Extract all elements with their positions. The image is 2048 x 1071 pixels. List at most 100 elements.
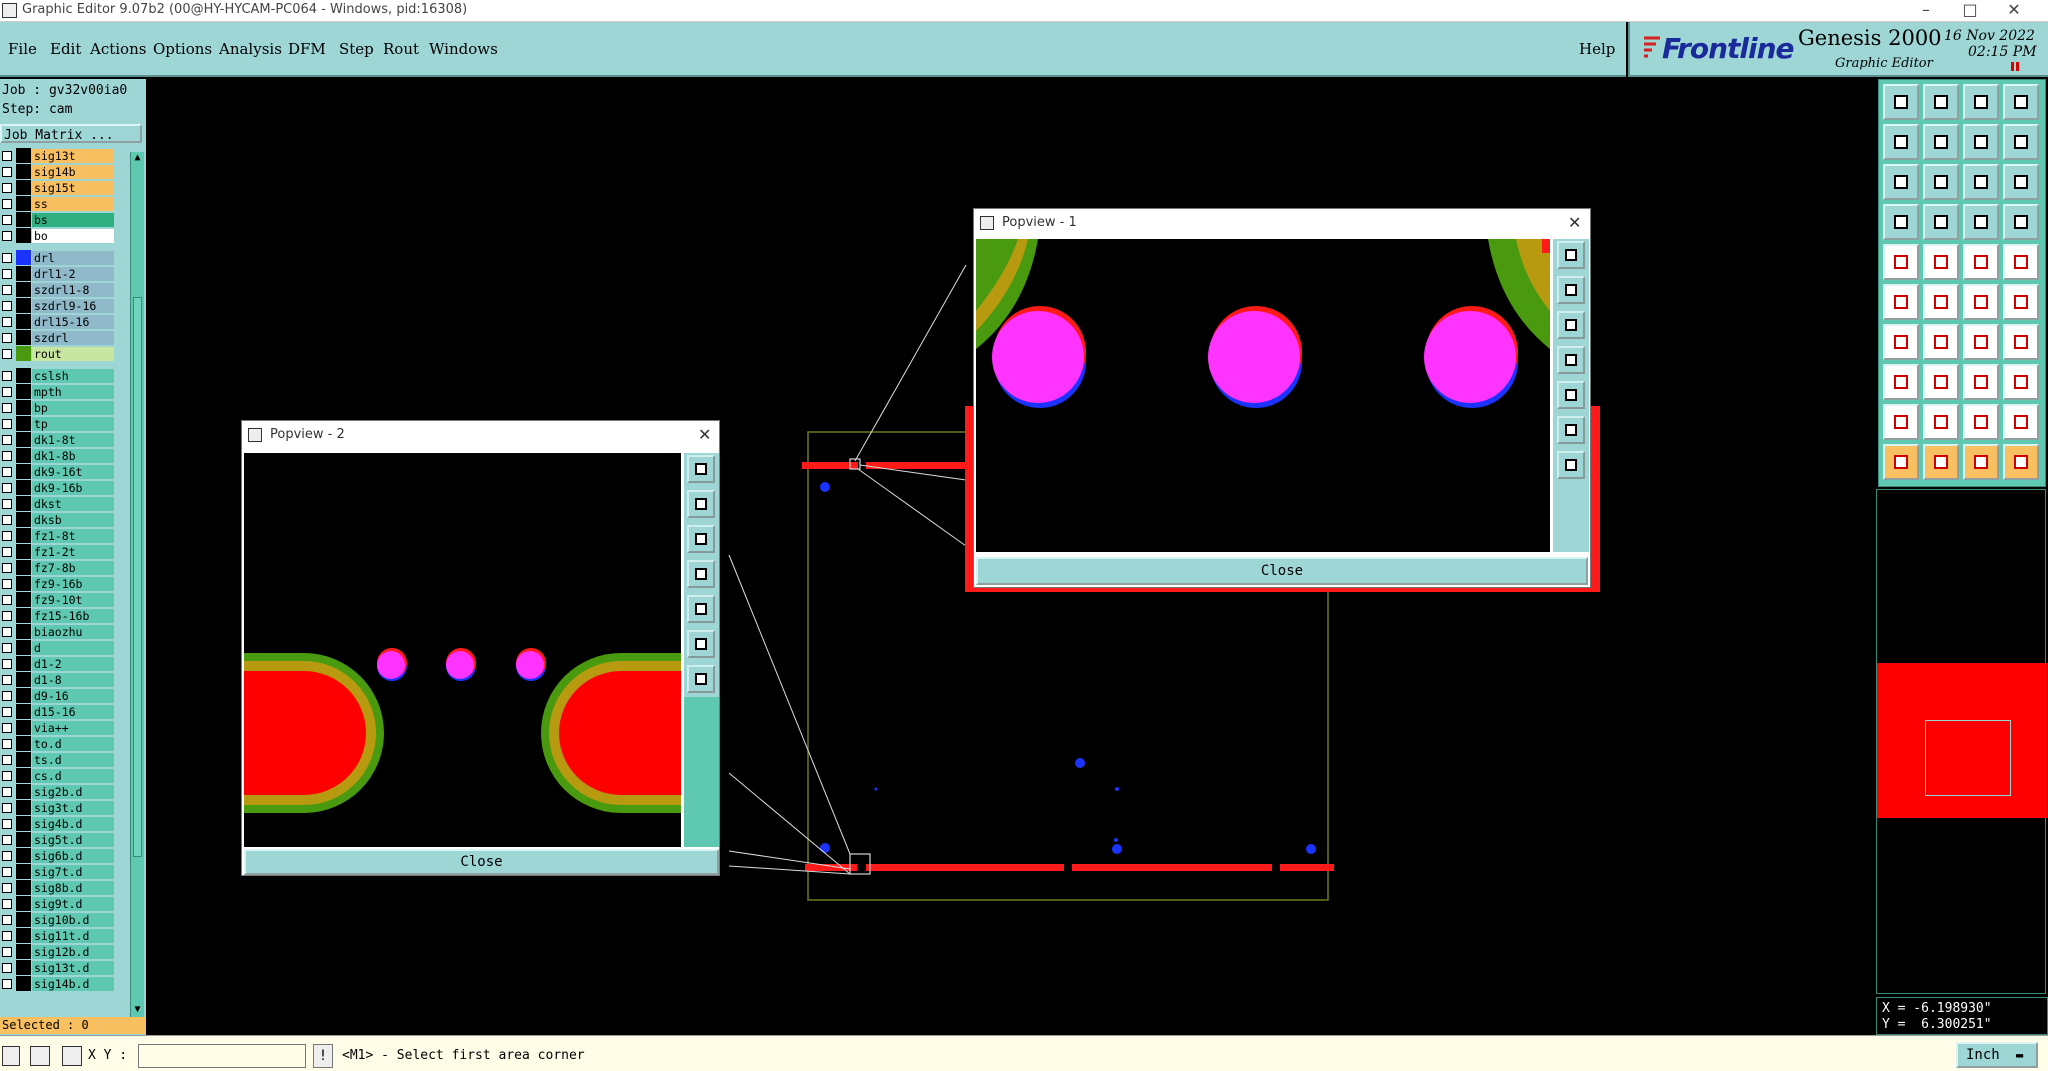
- status-tool-2-icon[interactable]: [30, 1046, 50, 1066]
- layer-checkbox[interactable]: [2, 387, 12, 397]
- layer-row[interactable]: sig11t.d: [0, 928, 130, 943]
- popview-2-pan-right-icon[interactable]: [687, 595, 715, 623]
- arrow-icon[interactable]: [1883, 404, 1919, 440]
- layer-checkbox[interactable]: [2, 547, 12, 557]
- layer-row[interactable]: rout: [0, 346, 130, 361]
- layer-row[interactable]: dk1-8b: [0, 448, 130, 463]
- layer-checkbox[interactable]: [2, 349, 12, 359]
- layer-row[interactable]: sig6b.d: [0, 848, 130, 863]
- layer-checkbox[interactable]: [2, 269, 12, 279]
- layer-row[interactable]: sig13t: [0, 148, 130, 163]
- status-tool-3-icon[interactable]: [62, 1046, 82, 1066]
- job-matrix-button[interactable]: Job Matrix ...: [0, 124, 142, 143]
- layer-checkbox[interactable]: [2, 755, 12, 765]
- home-icon[interactable]: [1963, 84, 1999, 120]
- layer-name[interactable]: biaozhu: [32, 625, 114, 639]
- window-icon[interactable]: [2003, 84, 2039, 120]
- measure-icon[interactable]: [1883, 204, 1919, 240]
- layer-checkbox[interactable]: [2, 931, 12, 941]
- popview-2-window[interactable]: Popview - 2 ✕ Close: [241, 420, 720, 876]
- popview-1-zoom-fit-icon[interactable]: [1557, 241, 1585, 269]
- layer-row[interactable]: dk9-16t: [0, 464, 130, 479]
- scroll-up-icon[interactable]: ▲: [132, 152, 143, 166]
- dot-icon[interactable]: [2003, 244, 2039, 280]
- layer-row[interactable]: ss: [0, 196, 130, 211]
- layer-name[interactable]: fz15-16b: [32, 609, 114, 623]
- layer-row[interactable]: bs: [0, 212, 130, 227]
- menu-help[interactable]: Help: [1579, 40, 1615, 58]
- scroll-thumb[interactable]: [133, 297, 142, 857]
- popview-2-zoom-in-icon[interactable]: [687, 665, 715, 693]
- layer-row[interactable]: fz1-2t: [0, 544, 130, 559]
- zoom-home-icon[interactable]: [1923, 164, 1959, 200]
- layer-name[interactable]: dk1-8b: [32, 449, 114, 463]
- layer-checkbox[interactable]: [2, 835, 12, 845]
- layer-checkbox[interactable]: [2, 419, 12, 429]
- popview-2-close-icon[interactable]: ✕: [698, 421, 711, 449]
- layer-row[interactable]: d1-2: [0, 656, 130, 671]
- layer-row[interactable]: fz15-16b: [0, 608, 130, 623]
- layer-name[interactable]: dk9-16t: [32, 465, 114, 479]
- layer-name[interactable]: sig5t.d: [32, 833, 114, 847]
- slash-icon[interactable]: [1923, 324, 1959, 360]
- layer-checkbox[interactable]: [2, 333, 12, 343]
- layer-name[interactable]: cs.d: [32, 769, 114, 783]
- layer-checkbox[interactable]: [2, 803, 12, 813]
- popview-1-canvas[interactable]: [976, 239, 1550, 552]
- layer-name[interactable]: sig10b.d: [32, 913, 114, 927]
- minimize-button[interactable]: –: [1904, 0, 1948, 22]
- layer-name[interactable]: d15-16: [32, 705, 114, 719]
- layer-row[interactable]: d9-16: [0, 688, 130, 703]
- popview-1-close-icon[interactable]: ✕: [1568, 209, 1581, 237]
- overview-view-box[interactable]: [1925, 720, 2011, 796]
- layer-checkbox[interactable]: [2, 643, 12, 653]
- layer-row[interactable]: tp: [0, 416, 130, 431]
- layer-row[interactable]: drl1-2: [0, 266, 130, 281]
- layer-checkbox[interactable]: [2, 167, 12, 177]
- copy-icon[interactable]: [2003, 364, 2039, 400]
- zoom-fit-icon[interactable]: [1883, 164, 1919, 200]
- layer-scrollbar[interactable]: ▲ ▼: [130, 152, 144, 1020]
- popview-1-zoom-out-icon[interactable]: [1557, 416, 1585, 444]
- select-icon[interactable]: [1883, 444, 1919, 480]
- layer-name[interactable]: d: [32, 641, 114, 655]
- layer-name[interactable]: sig12b.d: [32, 945, 114, 959]
- layer-name[interactable]: sig9t.d: [32, 897, 114, 911]
- layer-checkbox[interactable]: [2, 691, 12, 701]
- connect2-icon[interactable]: [2003, 284, 2039, 320]
- layer-name[interactable]: sig11t.d: [32, 929, 114, 943]
- layer-name[interactable]: fz9-16b: [32, 577, 114, 591]
- snap-icon[interactable]: [2003, 124, 2039, 160]
- layer-name[interactable]: drl15-16: [32, 315, 114, 329]
- popview-1-close-button[interactable]: Close: [976, 557, 1588, 585]
- layer-checkbox[interactable]: [2, 787, 12, 797]
- layer-row[interactable]: bo: [0, 228, 130, 243]
- layer-checkbox[interactable]: [2, 253, 12, 263]
- layer-row[interactable]: sig12b.d: [0, 944, 130, 959]
- layer-checkbox[interactable]: [2, 611, 12, 621]
- help-icon[interactable]: [2003, 164, 2039, 200]
- layer-row[interactable]: fz1-8t: [0, 528, 130, 543]
- layer-name[interactable]: bo: [32, 229, 114, 243]
- layer-row[interactable]: d15-16: [0, 704, 130, 719]
- layer-name[interactable]: dkst: [32, 497, 114, 511]
- layer-name[interactable]: fz9-10t: [32, 593, 114, 607]
- layer-checkbox[interactable]: [2, 771, 12, 781]
- popview-1-window[interactable]: Popview - 1 ✕ Close: [973, 208, 1591, 588]
- pause-icon[interactable]: [2011, 62, 2019, 71]
- layer-row[interactable]: fz9-16b: [0, 576, 130, 591]
- unit-selector[interactable]: Inch ▬: [1956, 1042, 2038, 1068]
- layer-checkbox[interactable]: [2, 215, 12, 225]
- layer-name[interactable]: sig4b.d: [32, 817, 114, 831]
- layer-row[interactable]: sig14b.d: [0, 976, 130, 991]
- connect-icon[interactable]: [1963, 284, 1999, 320]
- popview-2-zoom-fit-icon[interactable]: [687, 455, 715, 483]
- menu-edit[interactable]: Edit: [50, 40, 81, 58]
- layer-row[interactable]: cslsh: [0, 368, 130, 383]
- layer-checkbox[interactable]: [2, 723, 12, 733]
- layer-checkbox[interactable]: [2, 483, 12, 493]
- layer-checkbox[interactable]: [2, 317, 12, 327]
- layer-name[interactable]: bp: [32, 401, 114, 415]
- popview-2-canvas[interactable]: [244, 453, 681, 847]
- text-icon[interactable]: [1923, 404, 1959, 440]
